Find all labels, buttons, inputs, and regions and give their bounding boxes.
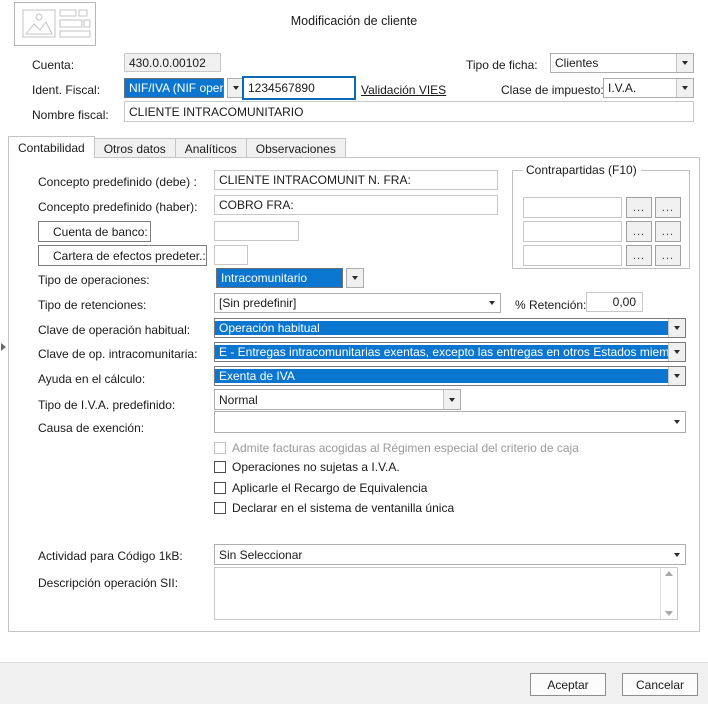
clave-intracomunitaria-value: E - Entregas intracomunitarias exentas, … <box>215 345 668 359</box>
checkbox-ventanilla-unica-label: Declarar en el sistema de ventanilla úni… <box>232 501 455 515</box>
clave-operacion-combo[interactable]: Operación habitual <box>214 318 686 338</box>
current-row-marker-icon <box>1 343 6 351</box>
actividad-codigo-combo[interactable]: Sin Seleccionar <box>214 544 686 565</box>
contrapartida-input-3[interactable] <box>523 245 622 266</box>
chevron-down-icon[interactable] <box>668 367 685 385</box>
label-descripcion-sii: Descripción operación SII: <box>38 576 179 590</box>
chevron-down-icon[interactable] <box>668 343 685 361</box>
checkbox-criterio-caja-label: Admite facturas acogidas al Régimen espe… <box>232 441 579 455</box>
cancel-button[interactable]: Cancelar <box>622 673 698 696</box>
contrapartida-browse-3a[interactable]: ... <box>626 245 652 266</box>
label-nombre-fiscal: Nombre fiscal: <box>32 108 109 122</box>
tipo-operaciones-value: Intracomunitario <box>216 268 343 288</box>
checkbox-recargo-equivalencia-label: Aplicarle el Recargo de Equivalencia <box>232 481 428 495</box>
ident-fiscal-value: NIF/IVA (NIF operad <box>124 78 224 98</box>
tipo-iva-value: Normal <box>219 392 258 407</box>
checkbox-box-icon <box>214 442 226 454</box>
page-title: Modificación de cliente <box>290 14 418 28</box>
label-ident-fiscal: Ident. Fiscal: <box>32 83 101 97</box>
clase-impuesto-combo[interactable]: I.V.A. <box>603 78 694 98</box>
label-clave-operacion: Clave de operación habitual: <box>38 323 191 337</box>
tipo-retenciones-value: [Sin predefinir] <box>219 296 297 310</box>
chevron-down-icon[interactable] <box>676 54 693 72</box>
label-concepto-debe: Concepto predefinido (debe) : <box>38 175 197 189</box>
pct-retencion-input[interactable]: 0,00 <box>586 292 643 312</box>
dialog-header: Modificación de cliente <box>0 0 708 46</box>
scroll-up-icon[interactable] <box>665 571 673 576</box>
checkbox-operaciones-no-sujetas[interactable]: Operaciones no sujetas a I.V.A. <box>214 460 400 474</box>
label-clave-intracomunitaria: Clave de op. intracomunitaria: <box>38 347 198 361</box>
contrapartida-browse-3b[interactable]: ... <box>655 245 681 266</box>
cuenta-de-banco-button[interactable]: Cuenta de banco: <box>38 221 151 242</box>
checkbox-ventanilla-unica[interactable]: Declarar en el sistema de ventanilla úni… <box>214 501 454 515</box>
nombre-fiscal-input[interactable]: CLIENTE INTRACOMUNITARIO <box>124 101 694 122</box>
contrapartidas-legend: Contrapartidas (F10) <box>522 163 641 177</box>
tab-otros-datos[interactable]: Otros datos <box>93 138 176 158</box>
tipo-ficha-value: Clientes <box>555 56 599 70</box>
accept-button[interactable]: Aceptar <box>530 673 606 696</box>
label-ayuda-calculo: Ayuda en el cálculo: <box>38 372 146 386</box>
descripcion-sii-textarea[interactable] <box>214 567 678 620</box>
cartera-efectos-button[interactable]: Cartera de efectos predeter.: <box>38 245 207 266</box>
label-tipo-retenciones: Tipo de retenciones: <box>38 298 147 312</box>
clave-operacion-value: Operación habitual <box>215 321 668 335</box>
label-concepto-haber: Concepto predefinido (haber): <box>38 200 198 214</box>
contrapartida-browse-1b[interactable]: ... <box>655 197 681 218</box>
validacion-vies-link[interactable]: Validación VIES <box>361 83 446 97</box>
label-clase-impuesto: Clase de impuesto: <box>501 83 604 97</box>
cartera-efectos-input[interactable] <box>214 245 248 265</box>
checkbox-operaciones-no-sujetas-label: Operaciones no sujetas a I.V.A. <box>232 460 400 474</box>
label-causa-exencion: Causa de exención: <box>38 421 145 435</box>
chevron-down-icon[interactable] <box>668 412 685 432</box>
concepto-haber-input[interactable]: COBRO FRA: <box>214 195 498 215</box>
concepto-debe-input[interactable]: CLIENTE INTRACOMUNIT N. FRA: <box>214 170 498 190</box>
checkbox-recargo-equivalencia[interactable]: Aplicarle el Recargo de Equivalencia <box>214 481 427 495</box>
contrapartida-browse-2b[interactable]: ... <box>655 221 681 242</box>
ident-fiscal-combo[interactable]: NIF/IVA (NIF operad <box>124 78 245 98</box>
chevron-down-icon[interactable] <box>483 294 500 312</box>
tipo-iva-combo[interactable]: Normal <box>214 389 461 410</box>
label-pct-retencion: % Retención: <box>515 298 587 312</box>
chevron-down-icon[interactable] <box>346 268 364 288</box>
clase-impuesto-value: I.V.A. <box>608 81 637 95</box>
contrapartida-input-2[interactable] <box>523 221 622 242</box>
actividad-codigo-value: Sin Seleccionar <box>219 547 303 562</box>
tab-analiticos[interactable]: Analíticos <box>174 138 247 158</box>
dialog-footer: Aceptar Cancelar <box>0 662 708 704</box>
tab-contabilidad[interactable]: Contabilidad <box>8 136 95 158</box>
tab-observaciones[interactable]: Observaciones <box>245 138 346 158</box>
causa-exencion-combo[interactable] <box>214 411 686 433</box>
tipo-retenciones-combo[interactable]: [Sin predefinir] <box>214 293 501 313</box>
chevron-down-icon[interactable] <box>676 79 693 97</box>
checkbox-criterio-caja: Admite facturas acogidas al Régimen espe… <box>214 441 579 455</box>
chevron-down-icon[interactable] <box>668 545 685 564</box>
checkbox-box-icon[interactable] <box>214 502 226 514</box>
label-tipo-operaciones: Tipo de operaciones: <box>38 273 150 287</box>
label-tipo-iva: Tipo de I.V.A. predefinido: <box>38 398 176 412</box>
checkbox-box-icon[interactable] <box>214 461 226 473</box>
contrapartida-browse-2a[interactable]: ... <box>626 221 652 242</box>
label-tipo-ficha: Tipo de ficha: <box>466 58 538 72</box>
cuenta-de-banco-input[interactable] <box>214 221 299 241</box>
ayuda-calculo-combo[interactable]: Exenta de IVA <box>214 366 686 386</box>
contrapartida-input-1[interactable] <box>523 197 622 218</box>
chevron-down-icon[interactable] <box>668 319 685 337</box>
descripcion-sii-scrollbar[interactable] <box>660 568 677 619</box>
ayuda-calculo-value: Exenta de IVA <box>215 369 668 383</box>
label-cuenta: Cuenta: <box>32 58 75 72</box>
tab-strip[interactable]: Contabilidad Otros datos Analíticos Obse… <box>8 136 346 158</box>
label-actividad-codigo: Actividad para Código 1kB: <box>38 549 183 563</box>
scroll-down-icon[interactable] <box>665 611 673 616</box>
descripcion-sii-value[interactable] <box>215 568 660 619</box>
tipo-operaciones-combo[interactable]: Intracomunitario <box>216 268 364 288</box>
tipo-ficha-combo[interactable]: Clientes <box>550 53 694 73</box>
clave-intracomunitaria-combo[interactable]: E - Entregas intracomunitarias exentas, … <box>214 342 686 362</box>
cuenta-field: 430.0.0.00102 <box>124 53 221 72</box>
nif-input[interactable]: 1234567890 <box>242 76 356 100</box>
checkbox-box-icon[interactable] <box>214 482 226 494</box>
chevron-down-icon[interactable] <box>443 390 460 409</box>
contrapartida-browse-1a[interactable]: ... <box>626 197 652 218</box>
